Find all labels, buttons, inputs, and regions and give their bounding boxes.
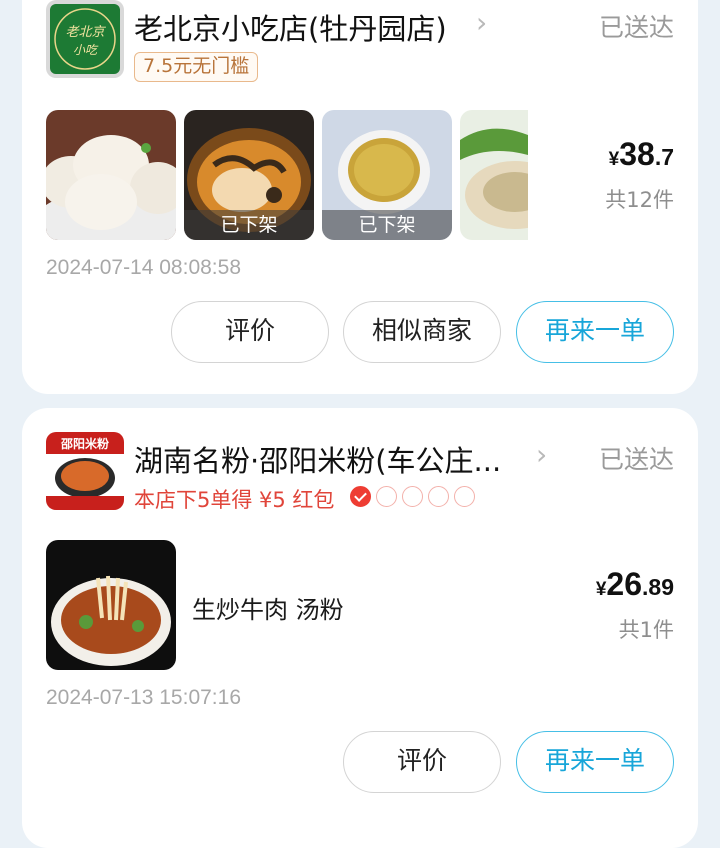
- progress-dot: [376, 486, 397, 507]
- svg-text:老北京: 老北京: [65, 24, 106, 40]
- shop-name[interactable]: 湖南名粉·邵阳米粉(车公庄...: [134, 438, 518, 480]
- svg-text:小吃: 小吃: [73, 43, 99, 57]
- thumbnail-fade: [528, 110, 578, 240]
- progress-dot: [428, 486, 449, 507]
- coupon-badge: 7.5元无门槛: [134, 52, 259, 82]
- item-thumbnail[interactable]: [460, 110, 528, 240]
- review-button[interactable]: 评价: [343, 731, 501, 793]
- order-card[interactable]: 邵阳米粉 湖南名粉·邵阳米粉(车公庄... › 已送达 本店下5单得 ¥5 红包…: [22, 408, 698, 848]
- shop-logo[interactable]: 老北京 小吃: [46, 0, 124, 78]
- order-price: ¥38.7: [608, 136, 674, 172]
- item-thumbnail[interactable]: 已下架: [322, 110, 452, 240]
- item-name: 生炒牛肉 汤粉: [192, 596, 344, 624]
- order-card[interactable]: 老北京 小吃 老北京小吃店(牡丹园店) › 已送达 7.5元无门槛 已下架 已下…: [22, 0, 698, 394]
- off-shelf-label: 已下架: [184, 210, 314, 240]
- item-count: 共12件: [605, 188, 674, 212]
- shop-logo[interactable]: 邵阳米粉: [46, 432, 124, 510]
- chevron-right-icon[interactable]: ›: [536, 438, 547, 471]
- order-price: ¥26.89: [595, 566, 674, 602]
- item-thumbnail[interactable]: [46, 110, 176, 240]
- order-timestamp: 2024-07-14 08:08:58: [46, 256, 241, 279]
- svg-text:邵阳米粉: 邵阳米粉: [60, 436, 109, 451]
- progress-dot: [454, 486, 475, 507]
- shop-name[interactable]: 老北京小吃店(牡丹园店): [134, 6, 474, 48]
- reorder-button[interactable]: 再来一单: [516, 731, 674, 793]
- order-status: 已送达: [598, 13, 674, 42]
- item-thumbnail[interactable]: [46, 540, 176, 670]
- chevron-right-icon[interactable]: ›: [476, 6, 487, 39]
- order-status: 已送达: [598, 445, 674, 474]
- review-button[interactable]: 评价: [171, 301, 329, 363]
- progress-dot-done: [350, 486, 371, 507]
- reorder-button[interactable]: 再来一单: [516, 301, 674, 363]
- similar-shops-button[interactable]: 相似商家: [343, 301, 501, 363]
- item-thumbnail[interactable]: 已下架: [184, 110, 314, 240]
- promo-text: 本店下5单得 ¥5 红包: [134, 488, 335, 512]
- progress-dot: [402, 486, 423, 507]
- item-count: 共1件: [618, 618, 674, 642]
- order-timestamp: 2024-07-13 15:07:16: [46, 686, 241, 709]
- off-shelf-label: 已下架: [322, 210, 452, 240]
- promo-progress: [350, 486, 475, 507]
